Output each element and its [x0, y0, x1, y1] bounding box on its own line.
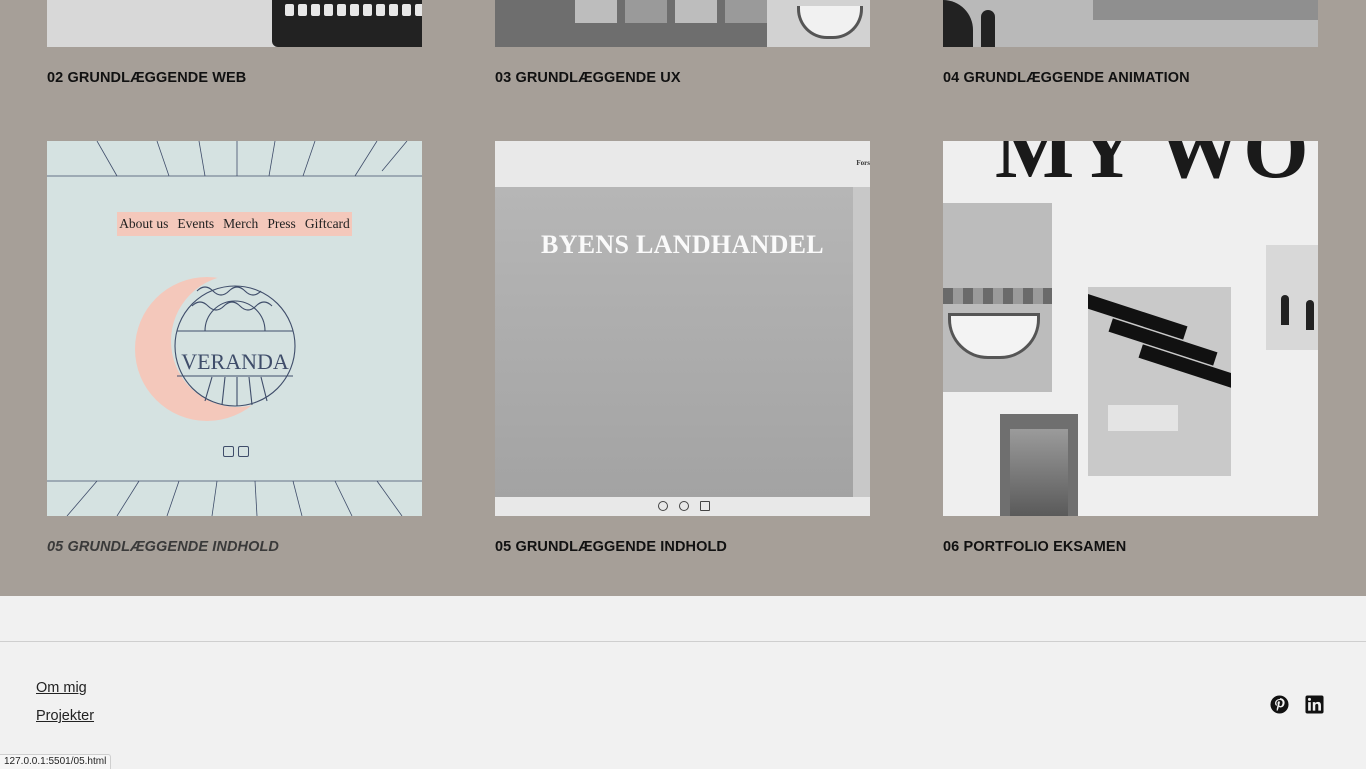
pinterest-icon[interactable]	[1270, 695, 1289, 714]
project-thumbnail-byens-landhandel[interactable]: Fors BYENS LANDHANDEL	[495, 141, 870, 516]
byens-top-text: Fors	[856, 159, 870, 167]
project-title[interactable]: 05 GRUNDLÆGGENDE INDHOLD	[495, 539, 870, 555]
instagram-icon	[223, 446, 234, 457]
facebook-icon	[679, 501, 689, 511]
veranda-nav-item: About us	[119, 216, 169, 231]
bathroom-photo	[943, 203, 1052, 392]
project-thumbnail-portfolio[interactable]: MY WO	[943, 141, 1318, 516]
linkedin-icon[interactable]	[1305, 695, 1324, 714]
project-title[interactable]: 02 GRUNDLÆGGENDE WEB	[47, 70, 422, 86]
mail-icon	[238, 446, 249, 457]
veranda-nav-item: Press	[267, 216, 296, 231]
veranda-nav-item: Giftcard	[304, 216, 350, 231]
studio-photo	[1266, 245, 1318, 350]
byens-heading: BYENS LANDHANDEL	[541, 230, 824, 259]
greenhouse-photo	[1000, 414, 1078, 516]
project-thumbnail-veranda[interactable]: VERANDA About us Events Merch Press Gift…	[47, 141, 422, 516]
bathtub-image	[767, 0, 870, 47]
veranda-nav: About us Events Merch Press Giftcard	[117, 212, 352, 236]
project-thumbnail-animation[interactable]	[943, 0, 1318, 47]
project-thumbnail-ux[interactable]	[495, 0, 870, 47]
project-title[interactable]: 04 GRUNDLÆGGENDE ANIMATION	[943, 70, 1318, 86]
laptop-keys	[285, 4, 422, 24]
veranda-logo-text: VERANDA	[181, 349, 289, 374]
project-thumbnail-web[interactable]	[47, 0, 422, 47]
projects-section: 02 GRUNDLÆGGENDE WEB 03 GRUNDLÆGGENDE UX…	[0, 0, 1366, 596]
veranda-nav-item: Merch	[223, 216, 259, 231]
status-bar-url: 127.0.0.1:5501/05.html	[0, 754, 112, 769]
project-title[interactable]: 06 PORTFOLIO EKSAMEN	[943, 539, 1318, 555]
instagram-icon	[658, 501, 668, 511]
byens-social	[658, 501, 710, 511]
footer-divider	[0, 641, 1366, 642]
attic-room-photo	[1088, 287, 1231, 476]
project-title[interactable]: 05 GRUNDLÆGGENDE INDHOLD	[47, 539, 422, 555]
veranda-social	[223, 446, 249, 457]
footer-link-om-mig[interactable]: Om mig	[36, 680, 87, 696]
project-title[interactable]: 03 GRUNDLÆGGENDE UX	[495, 70, 870, 86]
veranda-nav-item: Events	[177, 216, 215, 231]
footer-link-projekter[interactable]: Projekter	[36, 708, 94, 724]
portfolio-heading: MY WO	[995, 141, 1311, 196]
veranda-sunburst-graphic: VERANDA	[47, 141, 422, 516]
mail-icon	[700, 501, 710, 511]
